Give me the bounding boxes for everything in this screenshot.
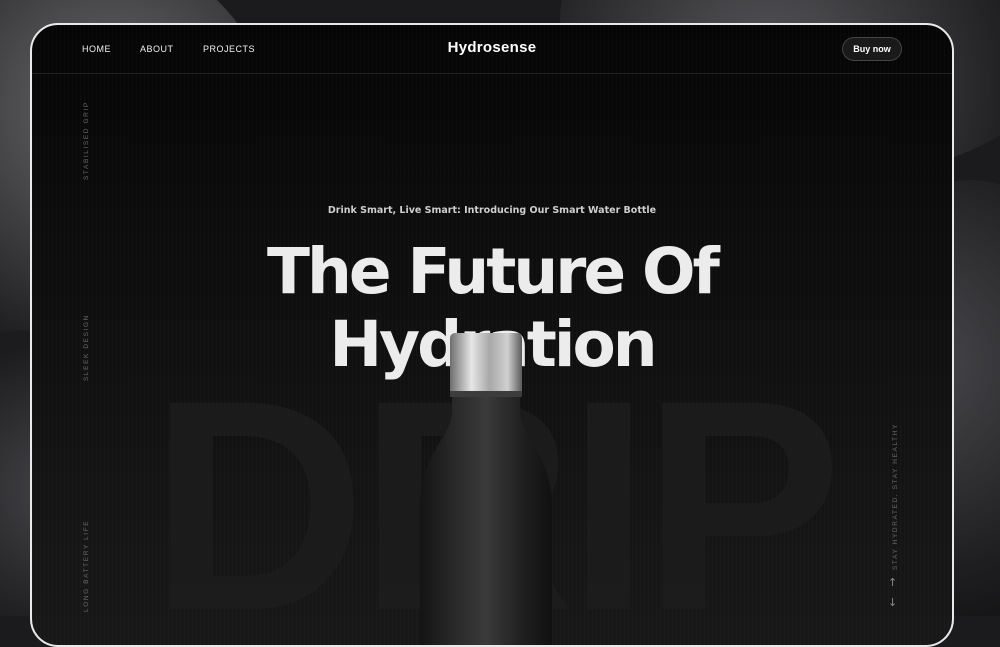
side-label-tagline: STAY HYDRATED, STAY HEALTHY <box>892 423 899 570</box>
side-label-grip: STABILISED GRIP <box>83 101 90 180</box>
headline-line-1: The Future Of <box>267 235 720 308</box>
hero-subtitle: Drink Smart, Live Smart: Introducing Our… <box>327 205 657 216</box>
landing-page-frame: HOME ABOUT PROJECTS Hydrosense Buy now D… <box>30 23 954 647</box>
arrow-down-icon[interactable]: ↓ <box>888 596 897 609</box>
side-label-battery: LONG BATTERY LIFE <box>83 519 90 612</box>
buy-now-button[interactable]: Buy now <box>842 37 902 61</box>
water-bottle-image <box>420 333 552 645</box>
brand-logo[interactable]: Hydrosense <box>32 39 952 56</box>
arrow-up-icon[interactable]: ↑ <box>888 576 897 589</box>
top-navigation: HOME ABOUT PROJECTS Hydrosense Buy now <box>32 25 952 74</box>
